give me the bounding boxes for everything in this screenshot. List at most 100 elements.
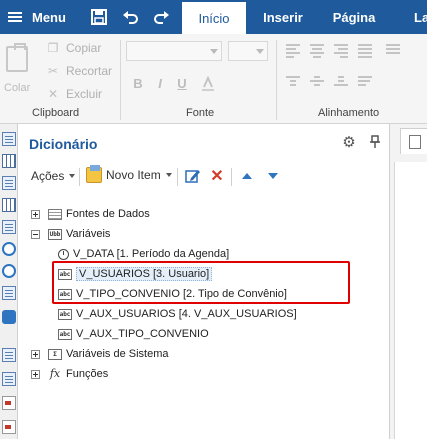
font-group-label: Fonte <box>186 107 215 119</box>
subreport-icon[interactable] <box>2 220 16 234</box>
title-bar: Menu Início Inserir Página La <box>0 0 427 34</box>
redo-icon[interactable] <box>152 8 170 26</box>
paste-button[interactable]: Colar <box>4 42 30 102</box>
align-bottom-icon[interactable] <box>334 76 350 90</box>
cut-label: Recortar <box>66 64 113 78</box>
gear-icon[interactable]: ⚙ <box>341 135 357 151</box>
align-right-icon[interactable] <box>334 44 350 58</box>
page-tab[interactable] <box>400 128 427 154</box>
tree-item-v-aux-usuarios[interactable]: abc V_AUX_USUARIOS [4. V_AUX_USUARIOS] <box>58 304 297 324</box>
shape-icon[interactable] <box>2 286 16 300</box>
report-page-icon[interactable] <box>2 132 16 146</box>
tree-item-label: Funções <box>66 368 109 380</box>
clock-icon <box>58 248 69 260</box>
tab-inicio[interactable]: Início <box>182 2 246 34</box>
tree-item-system-variables[interactable]: Σ Variáveis de Sistema <box>31 344 169 364</box>
new-item-icon <box>86 165 102 183</box>
font-color-button[interactable] <box>198 75 218 92</box>
font-family-combo[interactable] <box>126 41 222 61</box>
text-direction-icon[interactable] <box>386 44 402 58</box>
copy-button[interactable]: ❐ Copiar <box>46 39 102 57</box>
tree-item-data-sources[interactable]: Fontes de Dados <box>31 204 150 224</box>
ribbon-separator <box>276 40 277 120</box>
app-window: Menu Início Inserir Página La Colar ❐ Co… <box>0 0 427 439</box>
cross-tab-icon[interactable] <box>2 198 16 212</box>
variables-icon: Ubb <box>48 228 62 240</box>
undo-icon[interactable] <box>122 8 140 26</box>
barcode-component-icon[interactable] <box>2 420 16 434</box>
italic-button[interactable]: I <box>152 76 168 92</box>
save-icon[interactable] <box>90 8 108 26</box>
image-component-icon[interactable] <box>2 396 16 410</box>
tree-item-variables[interactable]: Ubb Variáveis <box>31 224 110 244</box>
expand-icon[interactable] <box>31 369 40 379</box>
copy-icon: ❐ <box>47 41 59 55</box>
text-component-icon[interactable] <box>2 348 16 362</box>
tab-pagina[interactable]: Página <box>322 0 386 34</box>
edit-icon[interactable] <box>185 168 201 184</box>
align-center-icon[interactable] <box>310 44 326 58</box>
tree-item-label: Fontes de Dados <box>66 208 150 220</box>
tree-item-label: V_AUX_USUARIOS [4. V_AUX_USUARIOS] <box>76 308 297 320</box>
table-band-icon[interactable] <box>2 154 16 168</box>
text-variable-icon: abc <box>58 308 72 320</box>
gauge-icon[interactable] <box>2 264 16 278</box>
collapse-icon[interactable] <box>31 229 40 239</box>
menu-button[interactable]: Menu <box>0 0 78 34</box>
database-icon <box>48 208 62 220</box>
scissors-icon: ✂ <box>47 64 59 78</box>
pin-icon[interactable] <box>369 135 381 151</box>
clipboard-group-label: Clipboard <box>32 107 80 119</box>
cut-button[interactable]: ✂ Recortar <box>46 62 112 80</box>
system-variables-icon: Σ <box>48 348 62 360</box>
tree-item-label: V_AUX_TIPO_CONVENIO <box>76 328 209 340</box>
tree-item-label: V_DATA [1. Período da Agenda] <box>73 248 230 260</box>
copy-label: Copiar <box>66 41 102 55</box>
expand-icon[interactable] <box>31 209 40 219</box>
delete-label: Excluir <box>66 87 103 101</box>
toolbar-separator <box>79 168 80 186</box>
align-left-icon[interactable] <box>286 44 302 58</box>
text-variable-icon: abc <box>58 328 72 340</box>
tree-item-label: Variáveis de Sistema <box>66 348 169 360</box>
new-item-button[interactable]: Novo Item <box>86 165 172 183</box>
dictionary-toolbar: Ações Novo Item ✕ <box>19 164 389 190</box>
ribbon-separator <box>120 40 121 120</box>
tree-item-label: Variáveis <box>66 228 111 240</box>
alignment-group-label: Alinhamento <box>318 107 380 119</box>
panel-title: Dicionário <box>29 136 98 152</box>
delete-button[interactable]: ✕ Excluir <box>46 85 102 103</box>
rich-text-icon[interactable] <box>2 372 16 386</box>
align-top-icon[interactable] <box>286 76 302 90</box>
align-justify-icon[interactable] <box>358 44 374 58</box>
underline-button[interactable]: U <box>174 76 190 92</box>
report-designer-area <box>389 124 427 439</box>
highlight-box <box>52 261 350 304</box>
tree-item-functions[interactable]: fx Funções <box>31 364 108 384</box>
chevron-down-icon <box>69 174 76 178</box>
hamburger-icon <box>8 12 22 22</box>
actions-label: Ações <box>31 169 65 183</box>
expand-icon[interactable] <box>31 349 40 359</box>
move-down-icon[interactable] <box>265 168 281 184</box>
tab-inserir[interactable]: Inserir <box>254 0 312 34</box>
data-band-icon[interactable] <box>2 176 16 190</box>
bold-button[interactable]: B <box>130 76 146 92</box>
chevron-down-icon <box>256 49 264 54</box>
chart-icon[interactable] <box>2 242 16 256</box>
tree-item-v-aux-tipo-convenio[interactable]: abc V_AUX_TIPO_CONVENIO <box>58 324 209 344</box>
report-page[interactable] <box>394 162 427 439</box>
actions-dropdown[interactable]: Ações <box>31 169 76 183</box>
function-icon: fx <box>48 366 62 380</box>
delete-icon: ✕ <box>47 87 59 101</box>
component-icon[interactable] <box>2 310 16 324</box>
tab-layout[interactable]: La <box>398 0 427 34</box>
font-size-combo[interactable] <box>228 41 268 61</box>
move-up-icon[interactable] <box>239 168 255 184</box>
word-wrap-icon[interactable] <box>358 76 374 90</box>
toolbar-separator <box>177 168 178 186</box>
new-item-label: Novo Item <box>106 168 161 182</box>
remove-icon[interactable]: ✕ <box>209 168 225 185</box>
align-middle-icon[interactable] <box>310 76 326 90</box>
left-toolbar <box>0 124 18 439</box>
